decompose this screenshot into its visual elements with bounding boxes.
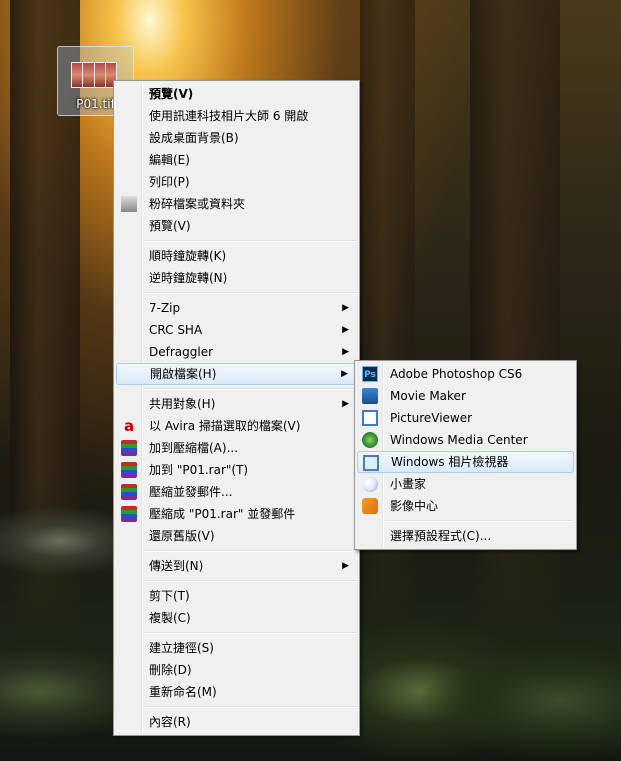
- menu-separator: [144, 292, 357, 294]
- submenu-arrow-icon: ▶: [341, 369, 348, 379]
- menu-item-label: Windows 相片檢視器: [391, 455, 509, 469]
- menu-item-label: Adobe Photoshop CS6: [390, 367, 523, 381]
- menu-item-label: Movie Maker: [390, 389, 466, 403]
- submenu-arrow-icon: ▶: [342, 561, 349, 571]
- menu-item-label: 預覽(V): [149, 87, 194, 101]
- menu-item-label: 7-Zip: [149, 301, 181, 315]
- submenu-arrow-icon: ▶: [342, 303, 349, 313]
- submenu-arrow-icon: ▶: [342, 325, 349, 335]
- context-menu-item[interactable]: 共用對象(H) ▶: [116, 393, 357, 415]
- choose-default-program-item[interactable]: 選擇預設程式(C)...: [357, 525, 574, 547]
- menu-separator: [144, 706, 357, 708]
- open-with-program-item[interactable]: Windows Media Center: [357, 429, 574, 451]
- paint-icon: [362, 476, 378, 492]
- winrar-icon: [121, 440, 137, 456]
- menu-item-label: Windows Media Center: [390, 433, 528, 447]
- context-menu-item[interactable]: 編輯(E): [116, 149, 357, 171]
- context-menu-item[interactable]: 剪下(T): [116, 585, 357, 607]
- context-menu-item[interactable]: 預覽(V): [116, 83, 357, 105]
- menu-item-label: 以 Avira 掃描選取的檔案(V): [149, 419, 301, 433]
- context-menu-item[interactable]: 列印(P): [116, 171, 357, 193]
- menu-item-label: 剪下(T): [149, 589, 190, 603]
- menu-item-label: 壓縮成 "P01.rar" 並發郵件: [149, 507, 296, 521]
- menu-item-label: 預覽(V): [149, 219, 191, 233]
- media-center-icon: [362, 432, 378, 448]
- menu-item-label: 重新命名(M): [149, 685, 217, 699]
- menu-item-label: Defraggler: [149, 345, 214, 359]
- open-with-program-item[interactable]: Windows 相片檢視器: [357, 451, 574, 473]
- menu-item-label: 開啟檔案(H): [150, 367, 217, 381]
- context-menu-item[interactable]: 設成桌面背景(B): [116, 127, 357, 149]
- movie-maker-icon: [362, 388, 378, 404]
- context-menu-item[interactable]: 內容(R): [116, 711, 357, 733]
- menu-item-label: 編輯(E): [149, 153, 190, 167]
- menu-item-label: 列印(P): [149, 175, 190, 189]
- context-menu-item[interactable]: 刪除(D): [116, 659, 357, 681]
- menu-separator: [144, 632, 357, 634]
- open-with-program-item[interactable]: PictureViewer: [357, 407, 574, 429]
- image-thumbnail-icon: [71, 62, 117, 88]
- menu-separator: [144, 550, 357, 552]
- gallery-icon: [362, 498, 378, 514]
- winrar-icon: [121, 506, 137, 522]
- menu-item-label: 粉碎檔案或資料夾: [149, 197, 246, 211]
- context-menu-item[interactable]: 開啟檔案(H) ▶: [116, 363, 357, 385]
- context-menu-item[interactable]: 粉碎檔案或資料夾: [116, 193, 357, 215]
- context-menu-item[interactable]: 複製(C): [116, 607, 357, 629]
- menu-item-label: 順時鐘旋轉(K): [149, 249, 227, 263]
- context-menu-item[interactable]: Defraggler ▶: [116, 341, 357, 363]
- menu-separator: [144, 580, 357, 582]
- winrar-icon: [121, 462, 137, 478]
- context-menu-item[interactable]: 還原舊版(V): [116, 525, 357, 547]
- menu-item-label: 共用對象(H): [149, 397, 216, 411]
- menu-item-label: 影像中心: [390, 499, 439, 513]
- context-menu-item[interactable]: 傳送到(N) ▶: [116, 555, 357, 577]
- menu-item-label: 逆時鐘旋轉(N): [149, 271, 228, 285]
- open-with-submenu: Ps Adobe Photoshop CS6 Movie Maker PictureV…: [354, 360, 577, 550]
- context-menu-item[interactable]: 7-Zip ▶: [116, 297, 357, 319]
- context-menu-item[interactable]: 重新命名(M): [116, 681, 357, 703]
- context-menu-item[interactable]: 壓縮並發郵件...: [116, 481, 357, 503]
- menu-separator: [144, 240, 357, 242]
- menu-separator: [385, 520, 574, 522]
- submenu-arrow-icon: ▶: [342, 399, 349, 409]
- context-menu-item[interactable]: a 以 Avira 掃描選取的檔案(V): [116, 415, 357, 437]
- open-with-program-item[interactable]: Ps Adobe Photoshop CS6: [357, 363, 574, 385]
- submenu-arrow-icon: ▶: [342, 347, 349, 357]
- context-menu: 預覽(V) 使用訊連科技相片大師 6 開啟 設成桌面背景(B) 編輯(E) 列印(P) 粉…: [113, 80, 360, 736]
- winrar-icon: [121, 484, 137, 500]
- menu-item-label: 內容(R): [149, 715, 191, 729]
- shredder-icon: [121, 196, 137, 212]
- context-menu-item[interactable]: CRC SHA ▶: [116, 319, 357, 341]
- context-menu-item[interactable]: 建立捷徑(S): [116, 637, 357, 659]
- photo-viewer-icon: [363, 455, 379, 471]
- open-with-program-item[interactable]: 小畫家: [357, 473, 574, 495]
- menu-item-label: 還原舊版(V): [149, 529, 215, 543]
- menu-item-label: 傳送到(N): [149, 559, 204, 573]
- context-menu-item[interactable]: 預覽(V): [116, 215, 357, 237]
- context-menu-item[interactable]: 加到 "P01.rar"(T): [116, 459, 357, 481]
- open-with-program-item[interactable]: Movie Maker: [357, 385, 574, 407]
- menu-item-label: PictureViewer: [390, 411, 473, 425]
- menu-item-label: 加到 "P01.rar"(T): [149, 463, 249, 477]
- context-menu-item[interactable]: 順時鐘旋轉(K): [116, 245, 357, 267]
- open-with-program-item[interactable]: 影像中心: [357, 495, 574, 517]
- menu-item-label: 加到壓縮檔(A)...: [149, 441, 239, 455]
- menu-item-label: 複製(C): [149, 611, 191, 625]
- context-menu-item[interactable]: 壓縮成 "P01.rar" 並發郵件: [116, 503, 357, 525]
- menu-item-label: 使用訊連科技相片大師 6 開啟: [149, 109, 309, 123]
- menu-separator: [144, 388, 357, 390]
- avira-icon: a: [123, 417, 135, 435]
- menu-item-label: 設成桌面背景(B): [149, 131, 239, 145]
- photoshop-icon: Ps: [362, 366, 378, 382]
- context-menu-item[interactable]: 使用訊連科技相片大師 6 開啟: [116, 105, 357, 127]
- menu-item-label: CRC SHA: [149, 323, 203, 337]
- context-menu-item[interactable]: 加到壓縮檔(A)...: [116, 437, 357, 459]
- menu-item-label: 壓縮並發郵件...: [149, 485, 233, 499]
- menu-item-label: 刪除(D): [149, 663, 192, 677]
- menu-item-label: 建立捷徑(S): [149, 641, 214, 655]
- menu-item-label: 小畫家: [390, 477, 427, 491]
- picture-viewer-icon: [362, 410, 378, 426]
- context-menu-item[interactable]: 逆時鐘旋轉(N): [116, 267, 357, 289]
